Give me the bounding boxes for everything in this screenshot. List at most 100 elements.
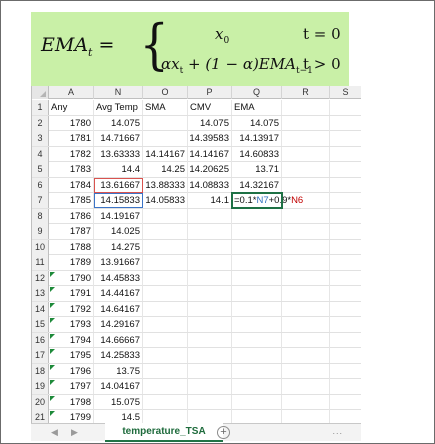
cell-n7[interactable]: 14.15833: [94, 193, 143, 208]
cell-p5[interactable]: 14.20625: [188, 162, 232, 177]
cell-p4[interactable]: 14.14167: [188, 146, 232, 162]
cell-n16[interactable]: 14.66667: [94, 332, 143, 348]
cell-a13[interactable]: 1791: [49, 286, 94, 301]
cell-p7[interactable]: 14.1: [188, 193, 232, 208]
cell-s4[interactable]: [330, 147, 361, 162]
cell-o18[interactable]: [143, 363, 188, 379]
prev-sheet-icon[interactable]: ◀: [51, 427, 58, 438]
row-number[interactable]: 10: [32, 239, 49, 255]
cell-s19[interactable]: [330, 379, 361, 394]
select-all-corner[interactable]: [32, 86, 49, 99]
cell-s3[interactable]: [330, 131, 361, 146]
cell-a8[interactable]: 1786: [49, 208, 94, 224]
cell-a7[interactable]: 1785: [49, 193, 94, 208]
cell-q12[interactable]: [232, 270, 282, 286]
cell-n1[interactable]: Avg Temp: [94, 100, 143, 115]
row-number[interactable]: 2: [32, 115, 49, 131]
cell-o19[interactable]: [143, 379, 188, 394]
cell-p19[interactable]: [188, 379, 232, 394]
cell-p1[interactable]: CMV: [188, 100, 232, 115]
cell-p18[interactable]: [188, 363, 232, 379]
cell-a12[interactable]: 1790: [49, 270, 94, 286]
cell-q14[interactable]: [232, 301, 282, 317]
cell-s18[interactable]: [330, 364, 361, 379]
cell-o13[interactable]: [143, 286, 188, 301]
cell-q3[interactable]: 14.13917: [232, 131, 282, 146]
cell-p9[interactable]: [188, 224, 232, 239]
cell-r12[interactable]: [282, 270, 330, 286]
cell-a10[interactable]: 1788: [49, 239, 94, 255]
spreadsheet-grid[interactable]: A N O P Q R S 1 Any Avg Temp SMA CMV EMA…: [31, 86, 361, 441]
cell-s10[interactable]: [330, 240, 361, 255]
cell-n19[interactable]: 14.04167: [94, 379, 143, 394]
cell-n12[interactable]: 14.45833: [94, 270, 143, 286]
cell-q18[interactable]: [232, 363, 282, 379]
row-number[interactable]: 12: [32, 270, 49, 286]
cell-p8[interactable]: [188, 208, 232, 224]
cell-n18[interactable]: 13.75: [94, 363, 143, 379]
cell-n15[interactable]: 14.29167: [94, 317, 143, 332]
row-number[interactable]: 5: [32, 162, 49, 177]
column-header-r[interactable]: R: [282, 86, 330, 99]
cell-p12[interactable]: [188, 270, 232, 286]
cell-r10[interactable]: [282, 239, 330, 255]
cell-a6[interactable]: 1784: [49, 177, 94, 193]
cell-o20[interactable]: [143, 394, 188, 410]
cell-p16[interactable]: [188, 332, 232, 348]
cell-r2[interactable]: [282, 115, 330, 131]
column-header-s[interactable]: S: [330, 86, 361, 99]
cell-n14[interactable]: 14.64167: [94, 301, 143, 317]
cell-p17[interactable]: [188, 348, 232, 363]
row-number[interactable]: 16: [32, 332, 49, 348]
cell-r3[interactable]: [282, 131, 330, 146]
column-header-o[interactable]: O: [143, 86, 188, 99]
cell-s15[interactable]: [330, 317, 361, 332]
row-number[interactable]: 9: [32, 224, 49, 239]
cell-p2[interactable]: 14.075: [188, 115, 232, 131]
cell-p10[interactable]: [188, 239, 232, 255]
cell-r15[interactable]: [282, 317, 330, 332]
cell-a4[interactable]: 1782: [49, 146, 94, 162]
next-sheet-icon[interactable]: ▶: [71, 427, 78, 438]
cell-r4[interactable]: [282, 146, 330, 162]
cell-r20[interactable]: [282, 394, 330, 410]
row-number[interactable]: 11: [32, 255, 49, 270]
cell-o9[interactable]: [143, 224, 188, 239]
cell-r5[interactable]: [282, 162, 330, 177]
cell-s20[interactable]: [330, 395, 361, 410]
cell-r17[interactable]: [282, 348, 330, 363]
column-header-n[interactable]: N: [94, 86, 143, 99]
cell-r1[interactable]: [282, 100, 330, 115]
cell-o1[interactable]: SMA: [143, 100, 188, 115]
row-number[interactable]: 3: [32, 131, 49, 146]
cell-a5[interactable]: 1783: [49, 162, 94, 177]
cell-o17[interactable]: [143, 348, 188, 363]
cell-q4[interactable]: 14.60833: [232, 146, 282, 162]
cell-o12[interactable]: [143, 270, 188, 286]
cell-r16[interactable]: [282, 332, 330, 348]
cell-p20[interactable]: [188, 394, 232, 410]
add-sheet-icon[interactable]: +: [217, 426, 230, 439]
cell-p6[interactable]: 14.08833: [188, 177, 232, 193]
cell-n3[interactable]: 14.71667: [94, 131, 143, 146]
row-number[interactable]: 18: [32, 363, 49, 379]
row-number[interactable]: 13: [32, 286, 49, 301]
cell-n13[interactable]: 14.44167: [94, 286, 143, 301]
row-number[interactable]: 8: [32, 208, 49, 224]
cell-o15[interactable]: [143, 317, 188, 332]
row-number[interactable]: 15: [32, 317, 49, 332]
cell-a11[interactable]: 1789: [49, 255, 94, 270]
cell-s9[interactable]: [330, 224, 361, 239]
cell-r13[interactable]: [282, 286, 330, 301]
cell-q5[interactable]: 13.71: [232, 162, 282, 177]
cell-q16[interactable]: [232, 332, 282, 348]
row-number[interactable]: 19: [32, 379, 49, 394]
cell-a20[interactable]: 1798: [49, 394, 94, 410]
cell-o7[interactable]: 14.05833: [143, 193, 188, 208]
row-number[interactable]: 6: [32, 177, 49, 193]
cell-s14[interactable]: [330, 302, 361, 317]
cell-p13[interactable]: [188, 286, 232, 301]
cell-n20[interactable]: 15.075: [94, 394, 143, 410]
cell-p15[interactable]: [188, 317, 232, 332]
cell-a16[interactable]: 1794: [49, 332, 94, 348]
